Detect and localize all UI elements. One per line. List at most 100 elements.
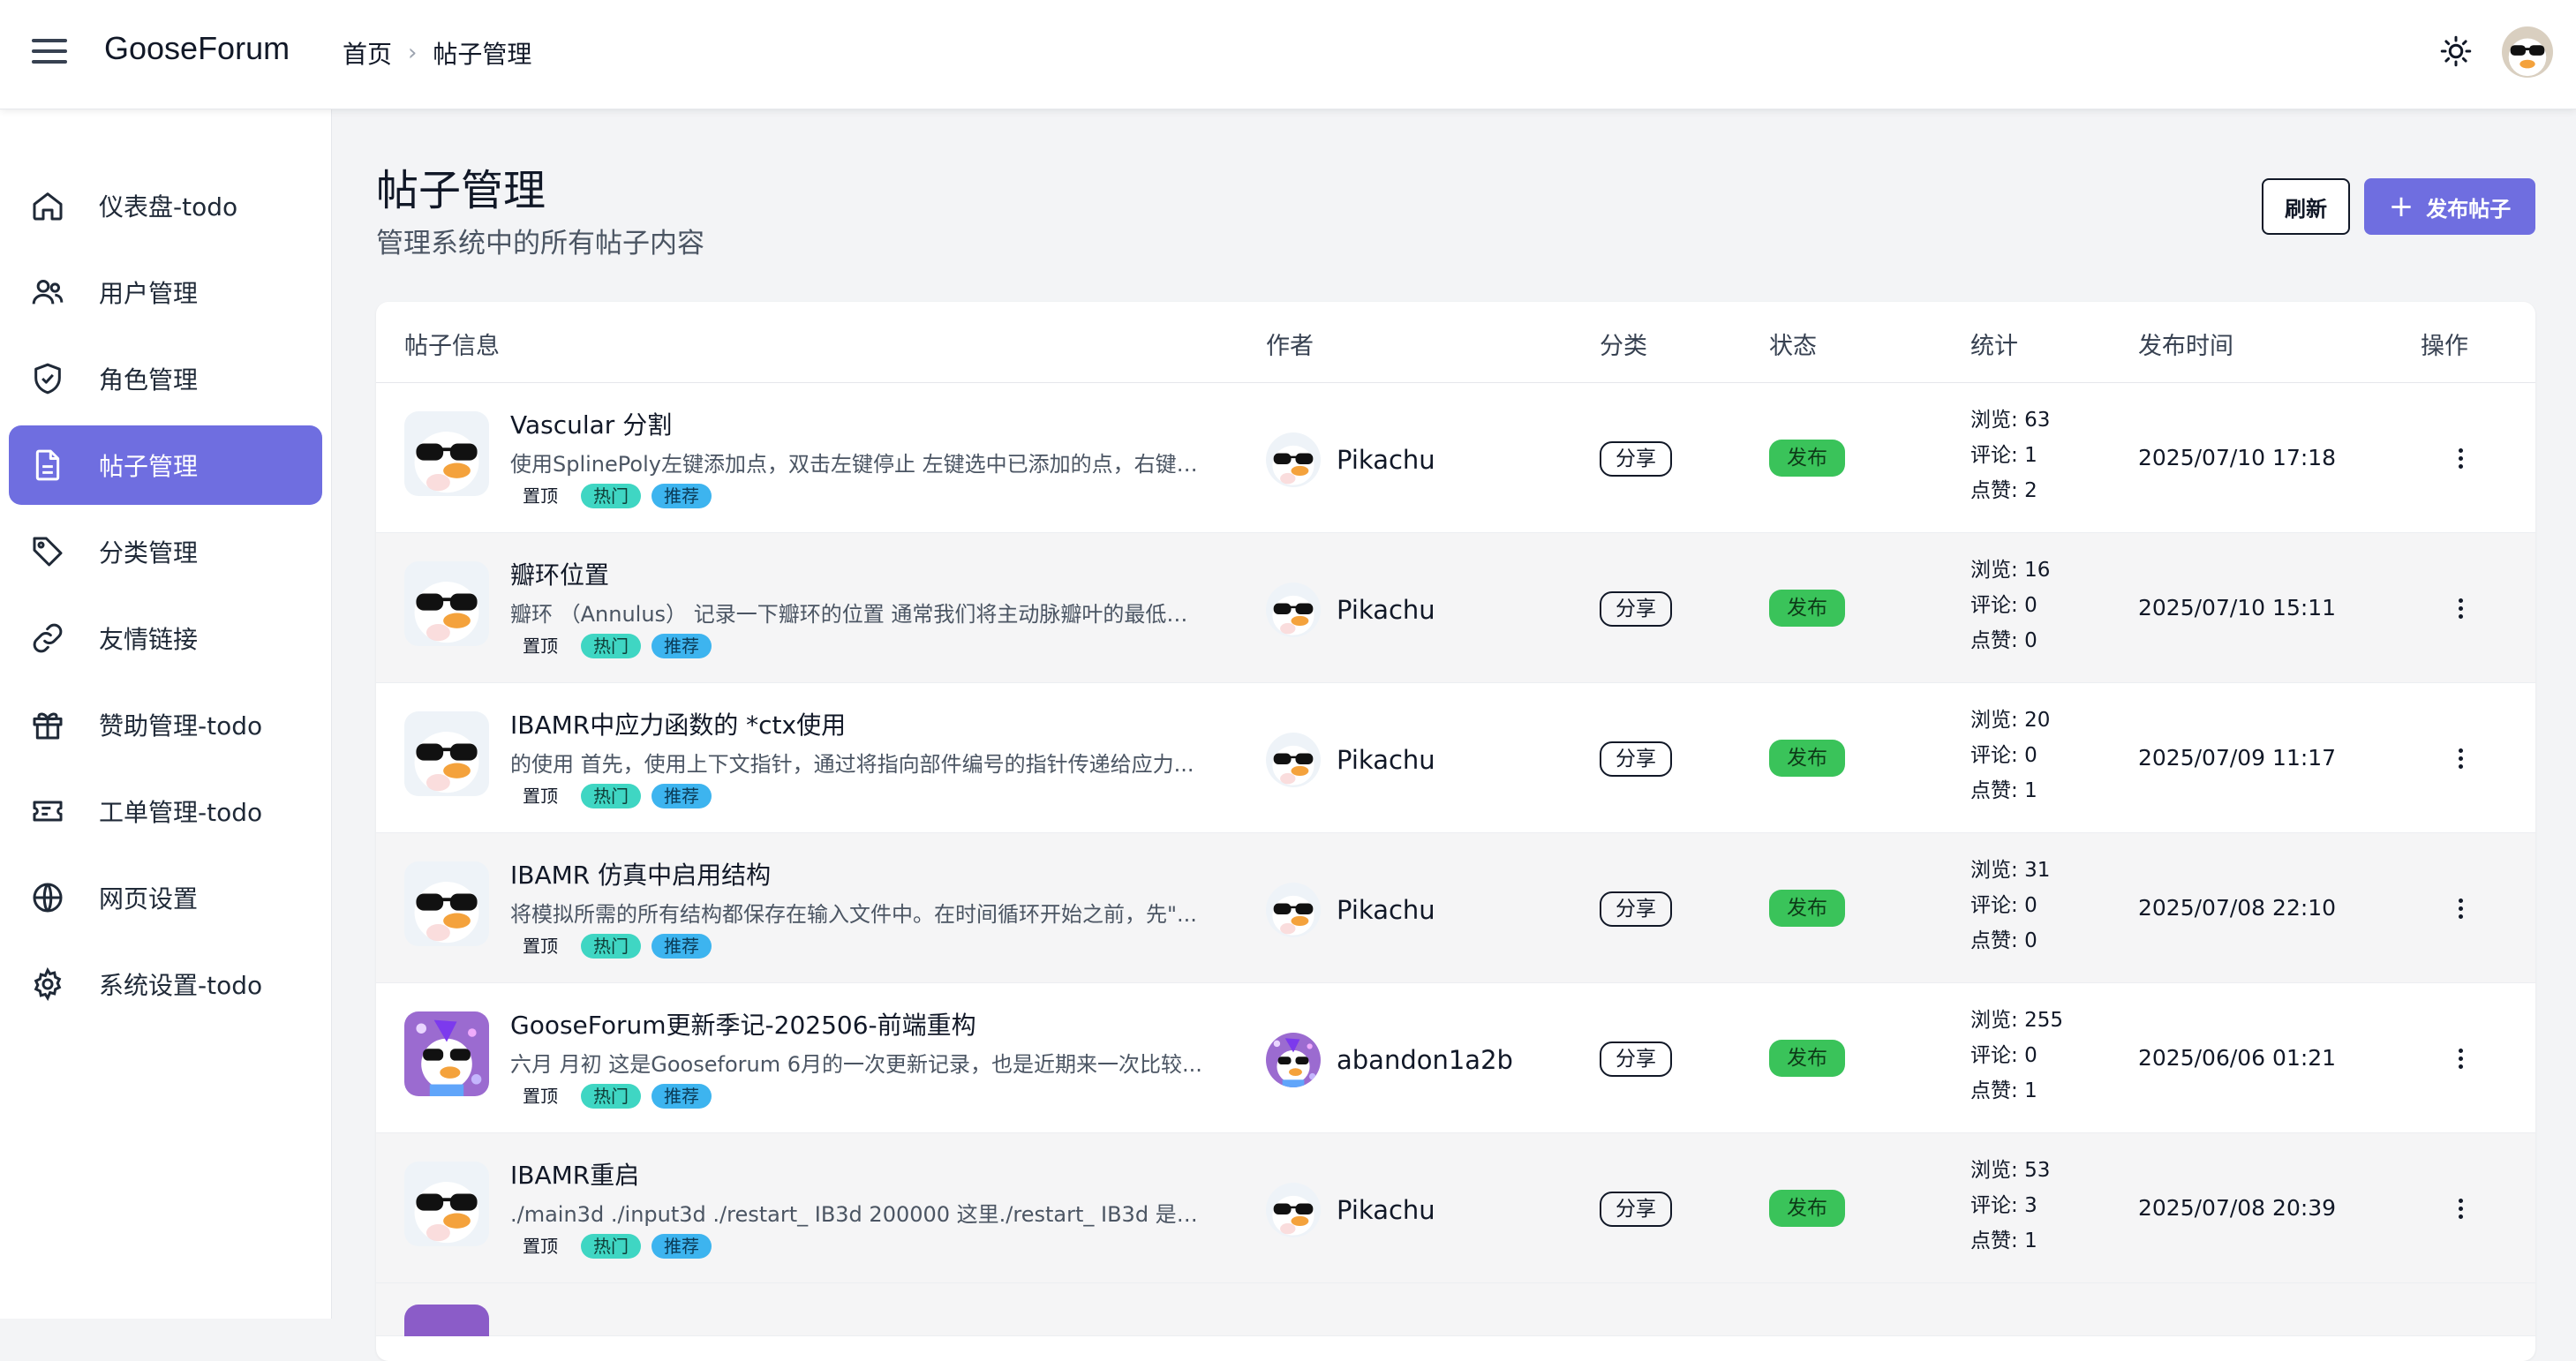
post-excerpt: 将模拟所需的所有结构都保存在输入文件中。在时间循环开始之前，先"...	[510, 902, 1197, 927]
stat-comments-label: 评论:	[1970, 1194, 2025, 1217]
more-vertical-icon[interactable]	[2447, 445, 2474, 471]
author-avatar	[1266, 1033, 1321, 1087]
category-badge: 分享	[1600, 1192, 1672, 1227]
publish-time: 2025/07/08 22:10	[2138, 895, 2337, 921]
stat-views-label: 浏览:	[1970, 1159, 2025, 1182]
status-badge: 发布	[1769, 740, 1845, 777]
sidebar-item-label: 赞助管理-todo	[99, 711, 263, 741]
author-avatar	[1266, 583, 1321, 637]
globe-icon	[33, 883, 63, 913]
table-row[interactable]: IBAMR中应力函数的 *ctx使用 的使用 首先，使用上下文指针，通过将指向部…	[376, 683, 2535, 833]
post-title[interactable]: Vascular 分割	[510, 406, 672, 441]
status-badge: 发布	[1769, 440, 1845, 477]
post-thumbnail	[404, 861, 489, 946]
category-badge: 分享	[1600, 1041, 1672, 1077]
tag-hot: 热门	[581, 1234, 641, 1259]
stat-comments-value: 3	[2024, 1194, 2037, 1217]
stat-likes-label: 点赞:	[1970, 1229, 2025, 1252]
table-row[interactable]: IBAMR重启 ./main3d ./input3d ./restart_ IB…	[376, 1133, 2535, 1283]
post-thumbnail	[404, 1305, 489, 1336]
gift-icon	[33, 712, 63, 740]
brand-logo[interactable]: GooseForum	[104, 30, 290, 67]
stat-views-label: 浏览:	[1970, 559, 2025, 582]
author-avatar	[1266, 733, 1321, 787]
table-row[interactable]: Vascular 分割 使用SplinePoly左键添加点，双击左键停止 左键选…	[376, 383, 2535, 533]
tag-pinned: 置顶	[523, 936, 558, 957]
post-author[interactable]: Pikachu	[1266, 583, 1435, 637]
author-name: Pikachu	[1337, 745, 1435, 775]
sidebar-item-links[interactable]: 友情链接	[9, 598, 322, 678]
sidebar-item-categories[interactable]: 分类管理	[9, 512, 322, 591]
tag-hot: 热门	[581, 1084, 641, 1109]
stat-views: 浏览: 255	[1970, 1003, 2063, 1038]
post-author[interactable]: Pikachu	[1266, 1183, 1435, 1237]
sidebar-item-web-settings[interactable]: 网页设置	[9, 858, 322, 937]
stat-likes-value: 2	[2024, 479, 2037, 502]
category-badge: 分享	[1600, 591, 1672, 627]
sidebar-item-label: 工单管理-todo	[99, 798, 263, 827]
stat-comments-value: 1	[2024, 444, 2037, 467]
column-header-category: 分类	[1600, 333, 1647, 360]
tag-hot: 热门	[581, 484, 641, 508]
stat-comments-value: 0	[2024, 744, 2037, 767]
sidebar-item-system-settings[interactable]: 系统设置-todo	[9, 944, 322, 1024]
post-title[interactable]: IBAMR重启	[510, 1156, 639, 1192]
sidebar-item-users[interactable]: 用户管理	[9, 252, 322, 332]
stat-comments-label: 评论:	[1970, 1044, 2025, 1067]
tag-pinned: 置顶	[523, 1236, 558, 1257]
stat-likes: 点赞: 2	[1970, 473, 2050, 508]
sidebar-item-tickets[interactable]: 工单管理-todo	[9, 771, 322, 851]
post-excerpt: ./main3d ./input3d ./restart_ IB3d 20000…	[510, 1202, 1208, 1227]
sidebar-item-roles[interactable]: 角色管理	[9, 339, 322, 418]
post-author[interactable]: Pikachu	[1266, 733, 1435, 787]
column-header-info: 帖子信息	[404, 333, 500, 360]
post-author[interactable]: abandon1a2b	[1266, 1033, 1513, 1087]
more-vertical-icon[interactable]	[2447, 1045, 2474, 1072]
tag-pinned: 置顶	[523, 635, 558, 657]
tag-hot: 热门	[581, 934, 641, 959]
post-author[interactable]: Pikachu	[1266, 432, 1435, 487]
post-stats: 浏览: 20 评论: 0 点赞: 1	[1970, 703, 2050, 808]
shield-icon	[34, 363, 61, 395]
stat-views-label: 浏览:	[1970, 859, 2025, 882]
post-excerpt: 瓣环 （Annulus） 记录一下瓣环的位置 通常我们将主动脉瓣叶的最低点...	[510, 602, 1208, 627]
post-thumbnail	[404, 1162, 489, 1246]
publish-post-button[interactable]: + 发布帖子	[2364, 178, 2535, 235]
stat-likes-label: 点赞:	[1970, 479, 2025, 502]
tag-hot: 热门	[581, 784, 641, 808]
main-content: 帖子管理 管理系统中的所有帖子内容 刷新 + 发布帖子 帖子信息 作者 分类 状…	[332, 109, 2576, 1361]
more-vertical-icon[interactable]	[2447, 745, 2474, 771]
table-row[interactable]: IBAMR 仿真中启用结构 将模拟所需的所有结构都保存在输入文件中。在时间循环开…	[376, 833, 2535, 983]
table-row[interactable]: GooseForum更新季记-202506-前端重构 六月 月初 这是Goose…	[376, 983, 2535, 1133]
post-excerpt: 六月 月初 这是Gooseforum 6月的一次更新记录，也是近期来一次比较..…	[510, 1052, 1202, 1077]
avatar[interactable]	[2502, 26, 2553, 78]
sidebar-item-sponsors[interactable]: 赞助管理-todo	[9, 685, 322, 764]
more-vertical-icon[interactable]	[2447, 895, 2474, 921]
stat-comments-label: 评论:	[1970, 744, 2025, 767]
sidebar-item-posts[interactable]: 帖子管理	[9, 425, 322, 505]
post-title[interactable]: IBAMR 仿真中启用结构	[510, 856, 771, 891]
category-badge: 分享	[1600, 741, 1672, 777]
refresh-button[interactable]: 刷新	[2262, 178, 2350, 235]
post-excerpt: 使用SplinePoly左键添加点，双击左键停止 左键选中已添加的点，右键可..…	[510, 452, 1208, 477]
stat-comments-value: 0	[2024, 1044, 2037, 1067]
post-title[interactable]: IBAMR中应力函数的 *ctx使用	[510, 706, 846, 741]
publish-time: 2025/07/10 17:18	[2138, 445, 2337, 470]
sun-icon[interactable]	[2440, 35, 2472, 67]
more-vertical-icon[interactable]	[2447, 1195, 2474, 1222]
post-title[interactable]: GooseForum更新季记-202506-前端重构	[510, 1006, 976, 1041]
tag-pinned: 置顶	[523, 485, 558, 507]
hamburger-icon[interactable]	[32, 39, 67, 71]
more-vertical-icon[interactable]	[2447, 595, 2474, 621]
post-title[interactable]: 瓣环位置	[510, 556, 609, 591]
breadcrumb-home[interactable]: 首页	[343, 35, 392, 71]
stat-comments: 评论: 1	[1970, 438, 2050, 473]
sidebar-item-dashboard[interactable]: 仪表盘-todo	[9, 166, 322, 245]
table-row[interactable]: 瓣环位置 瓣环 （Annulus） 记录一下瓣环的位置 通常我们将主动脉瓣叶的最…	[376, 533, 2535, 683]
tag-recommended: 推荐	[652, 634, 712, 658]
sidebar-item-label: 角色管理	[99, 365, 199, 395]
stat-views-label: 浏览:	[1970, 709, 2025, 732]
sidebar-item-label: 仪表盘-todo	[99, 192, 238, 222]
post-author[interactable]: Pikachu	[1266, 883, 1435, 937]
stat-views-value: 53	[2024, 1159, 2051, 1182]
